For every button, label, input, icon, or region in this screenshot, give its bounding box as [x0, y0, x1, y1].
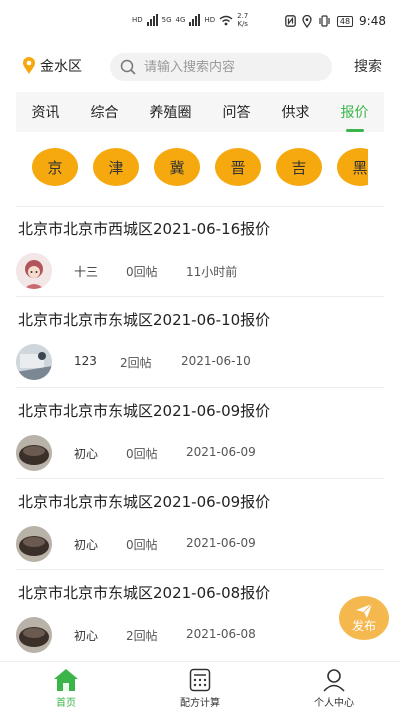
search-button[interactable]: 搜索 — [354, 56, 382, 76]
location-label: 金水区 — [40, 59, 82, 75]
post-time: 2021-06-09 — [186, 536, 256, 550]
status-bar: HD 5G 4G HD 2.7 K/s 48 9:48 — [0, 0, 400, 46]
post-time: 2021-06-09 — [186, 445, 256, 459]
post-time: 2021-06-10 — [181, 354, 251, 368]
list-item[interactable]: 北京市北京市东城区2021-06-09报价 初心 0回帖 2021-06-09 — [16, 481, 384, 571]
province-chip-beijing[interactable]: 京 — [32, 148, 78, 186]
user-icon — [323, 669, 345, 692]
divider — [16, 569, 384, 570]
divider — [16, 387, 384, 388]
calculator-icon — [189, 668, 211, 692]
divider — [16, 478, 384, 479]
avatar — [16, 253, 52, 289]
nfc-icon — [285, 15, 296, 27]
divider — [16, 206, 384, 207]
divider — [16, 296, 384, 297]
province-chip-heilongjiang[interactable]: 黑 — [337, 148, 368, 186]
search-input[interactable] — [144, 59, 324, 75]
network-speed: 2.7 K/s — [237, 12, 248, 28]
list-item[interactable]: 北京市北京市东城区2021-06-10报价 123 2回帖 2021-06-10 — [16, 299, 384, 389]
tab-general[interactable]: 综合 — [89, 96, 121, 128]
search-icon — [120, 59, 136, 75]
speed-unit: K/s — [237, 20, 248, 28]
avatar — [16, 617, 52, 653]
post-title[interactable]: 北京市北京市西城区2021-06-16报价 — [18, 218, 270, 239]
province-chip-shanxi[interactable]: 晋 — [215, 148, 261, 186]
top-header: 金水区 搜索 — [0, 46, 400, 88]
reply-count: 0回帖 — [126, 265, 158, 279]
tab-qa[interactable]: 问答 — [221, 96, 253, 128]
avatar — [16, 526, 52, 562]
tab-quotes[interactable]: 报价 — [339, 96, 371, 128]
post-meta: 初心 0回帖 2021-06-09 — [16, 526, 384, 562]
network-label-5g: 5G — [161, 16, 172, 24]
post-time: 2021-06-08 — [186, 627, 256, 641]
author-name: 123 — [74, 354, 97, 368]
province-chip-hebei[interactable]: 冀 — [154, 148, 200, 186]
reply-count: 0回帖 — [126, 447, 158, 461]
vibrate-icon — [319, 15, 330, 27]
post-title[interactable]: 北京市北京市东城区2021-06-09报价 — [18, 491, 270, 512]
signal-icon — [189, 14, 201, 26]
speed-value: 2.7 — [237, 12, 249, 20]
post-title[interactable]: 北京市北京市东城区2021-06-10报价 — [18, 309, 270, 330]
post-time: 11小时前 — [186, 265, 238, 279]
province-chip-jilin[interactable]: 吉 — [276, 148, 322, 186]
nav-profile[interactable]: 个人中心 — [294, 668, 374, 709]
system-status: 48 9:48 — [285, 14, 386, 28]
post-meta: 初心 2回帖 2021-06-08 — [16, 617, 384, 653]
list-item[interactable]: 北京市北京市西城区2021-06-16报价 十三 0回帖 11小时前 — [16, 208, 384, 298]
reply-count: 0回帖 — [126, 538, 158, 552]
reply-count: 2回帖 — [126, 629, 158, 643]
network-label-hd2: HD — [204, 16, 216, 24]
nav-formula-calc-label: 配方计算 — [180, 698, 220, 709]
signal-icon — [146, 14, 158, 26]
tab-news[interactable]: 资讯 — [30, 96, 62, 128]
clock: 9:48 — [359, 14, 386, 28]
post-title[interactable]: 北京市北京市东城区2021-06-09报价 — [18, 400, 270, 421]
province-selector: 京 津 冀 晋 吉 黑 — [16, 140, 368, 196]
network-status: HD 5G 4G HD 2.7 K/s — [132, 12, 248, 28]
nav-formula-calc[interactable]: 配方计算 — [160, 668, 240, 709]
nav-home-label: 首页 — [56, 698, 76, 709]
reply-count: 2回帖 — [120, 356, 152, 370]
post-title[interactable]: 北京市北京市东城区2021-06-08报价 — [18, 582, 270, 603]
wifi-icon — [219, 15, 233, 25]
map-pin-icon — [23, 57, 35, 74]
avatar — [16, 435, 52, 471]
author-name: 初心 — [74, 447, 99, 461]
location-status-icon — [302, 14, 312, 28]
post-meta: 123 2回帖 2021-06-10 — [16, 344, 384, 380]
author-name: 初心 — [74, 538, 99, 552]
nav-profile-label: 个人中心 — [314, 698, 354, 709]
battery-indicator: 48 — [336, 15, 354, 27]
author-name: 十三 — [74, 265, 99, 279]
nav-home[interactable]: 首页 — [26, 668, 106, 709]
list-item[interactable]: 北京市北京市东城区2021-06-08报价 初心 2回帖 2021-06-08 — [16, 572, 384, 662]
province-chip-tianjin[interactable]: 津 — [93, 148, 139, 186]
post-meta: 十三 0回帖 11小时前 — [16, 253, 384, 289]
publish-label: 发布 — [351, 618, 376, 633]
publish-button[interactable]: 发布 — [339, 596, 389, 640]
network-label-4g: 4G — [175, 16, 186, 24]
home-icon — [54, 669, 78, 691]
post-meta: 初心 0回帖 2021-06-09 — [16, 435, 384, 471]
network-label-hd: HD — [132, 16, 143, 24]
tab-breeding-circle[interactable]: 养殖圈 — [148, 96, 194, 128]
bottom-nav: 首页 配方计算 个人中心 — [0, 661, 400, 711]
search-bar[interactable] — [110, 53, 332, 81]
list-item[interactable]: 北京市北京市东城区2021-06-09报价 初心 0回帖 2021-06-09 — [16, 390, 384, 480]
location-selector[interactable]: 金水区 — [22, 56, 82, 76]
avatar — [16, 344, 52, 380]
tab-supply-demand[interactable]: 供求 — [280, 96, 312, 128]
author-name: 初心 — [74, 629, 99, 643]
category-tabs: 资讯 综合 养殖圈 问答 供求 报价 — [16, 92, 384, 132]
